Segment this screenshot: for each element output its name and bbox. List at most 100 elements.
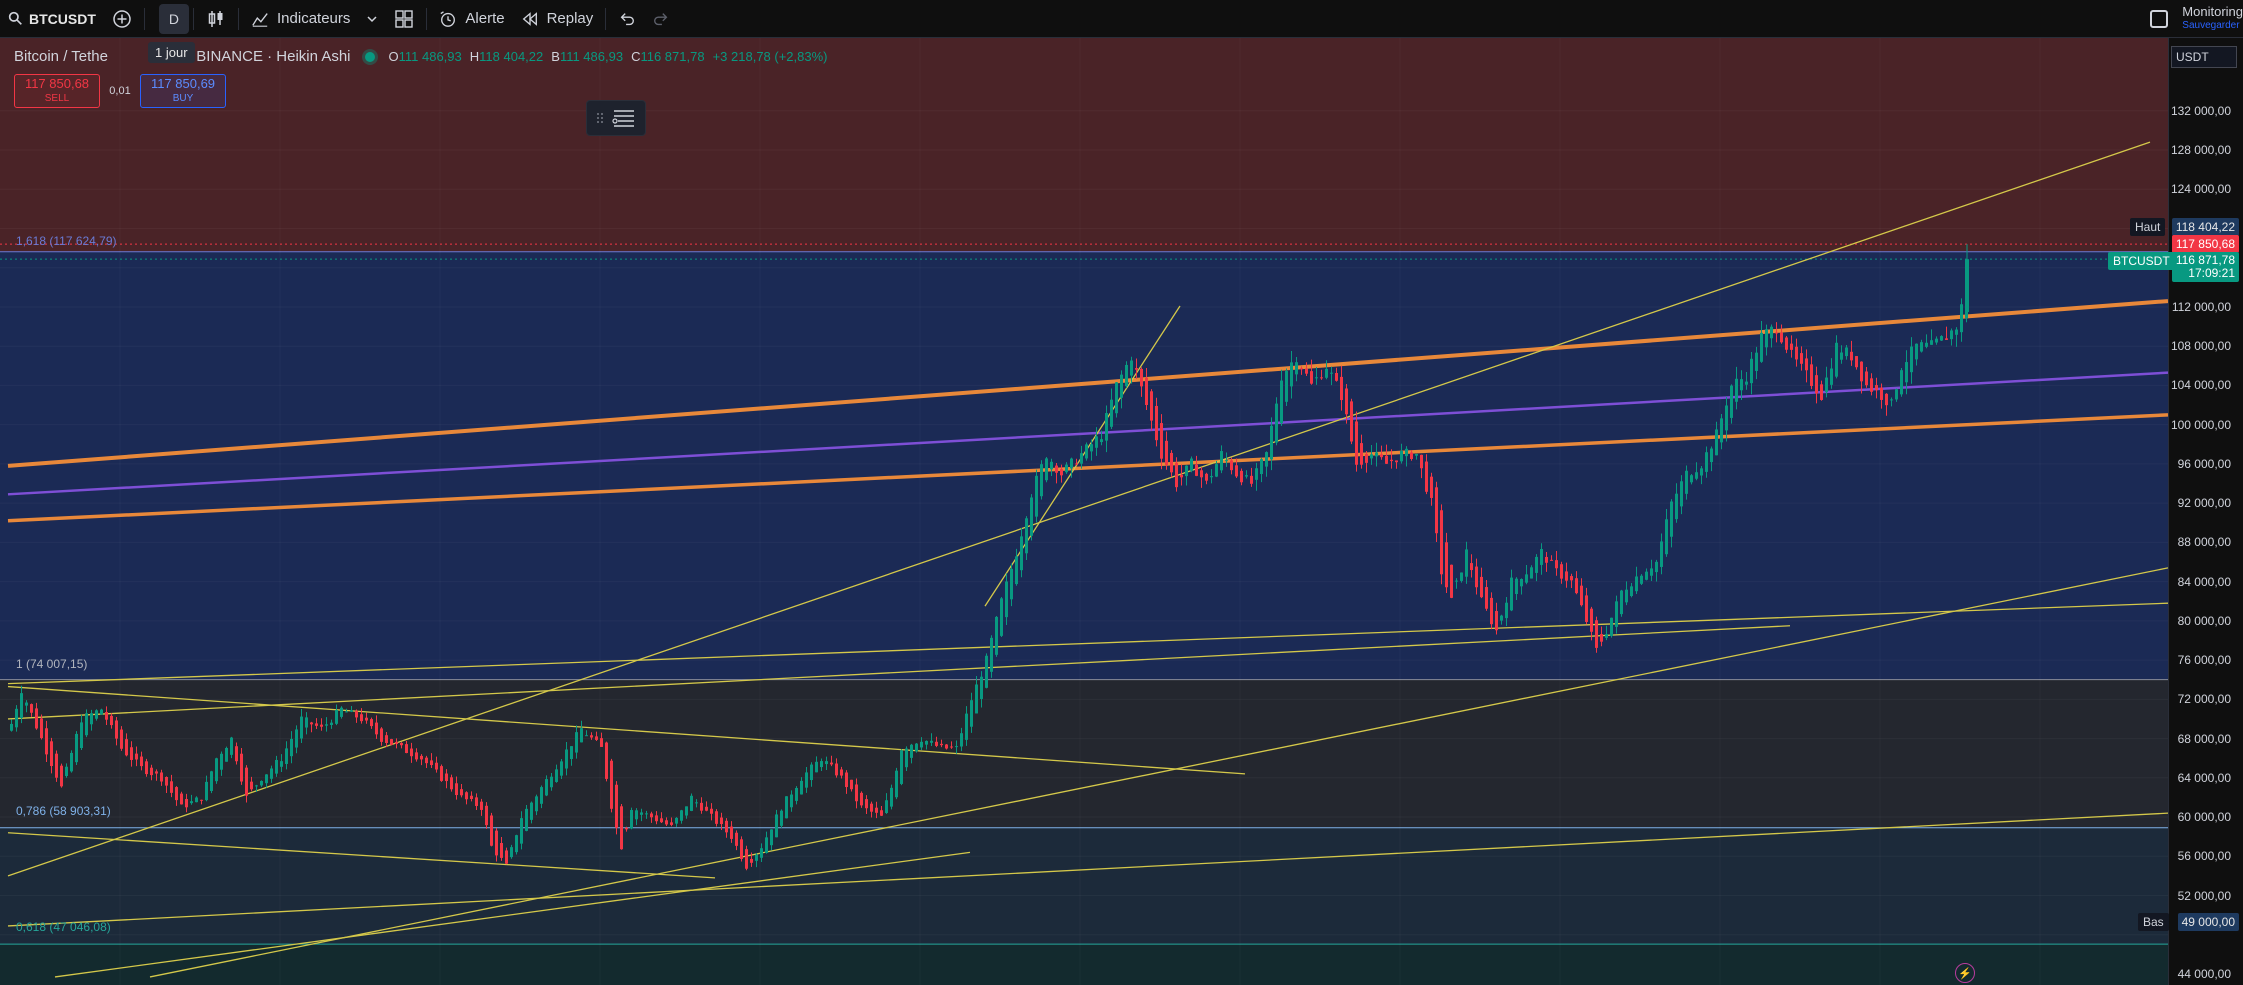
- candle-body: [905, 748, 908, 768]
- candle-body: [145, 761, 148, 775]
- drawing-float-toolbar[interactable]: [586, 100, 646, 136]
- candle-body: [890, 787, 893, 807]
- candle-body: [140, 756, 143, 767]
- candle-body: [490, 815, 493, 846]
- candle-body: [1030, 497, 1033, 536]
- compare-button[interactable]: [104, 4, 140, 34]
- candle-body: [1225, 460, 1228, 462]
- candle-body: [1935, 338, 1938, 343]
- monitoring-button[interactable]: Monitoring Sauvegarder: [2182, 5, 2243, 33]
- candle-body: [1410, 452, 1413, 459]
- candle-body: [500, 843, 503, 858]
- high-tag-label: Haut: [2130, 218, 2166, 236]
- chart-pane[interactable]: [0, 38, 2168, 985]
- candle-body: [485, 805, 488, 826]
- candle-body: [1465, 549, 1468, 577]
- candle-body: [1805, 358, 1808, 371]
- price-tick: 60 000,00: [2177, 810, 2231, 825]
- candle-body: [1305, 368, 1308, 374]
- candle-body: [830, 762, 833, 765]
- candle-body: [960, 733, 963, 747]
- candle-body: [1690, 475, 1693, 483]
- candle-body: [105, 712, 108, 720]
- candle-body: [1745, 381, 1748, 385]
- candle-body: [860, 792, 863, 806]
- price-tick: 88 000,00: [2177, 535, 2231, 550]
- interval-button[interactable]: D: [158, 3, 190, 34]
- price-tick: 80 000,00: [2177, 613, 2231, 628]
- candle-body: [1100, 439, 1103, 443]
- candle-body: [1270, 425, 1273, 460]
- candle-body: [275, 759, 278, 774]
- redo-button[interactable]: [644, 4, 678, 34]
- candle-body: [875, 807, 878, 813]
- candle-body: [250, 781, 253, 790]
- alert-button[interactable]: Alerte: [431, 4, 512, 34]
- currency-selector[interactable]: USDT: [2171, 46, 2237, 68]
- candle-body: [1810, 364, 1813, 386]
- price-axis[interactable]: USDT 132 000,00 128 000,00 124 000,00 112 0…: [2168, 38, 2243, 985]
- candle-body: [670, 822, 673, 825]
- candle-body: [1760, 332, 1763, 362]
- candle-body: [125, 739, 128, 756]
- candle-body: [1400, 451, 1403, 462]
- price-tick: 84 000,00: [2177, 574, 2231, 589]
- candle-body: [785, 796, 788, 819]
- candle-body: [1035, 475, 1038, 517]
- candle-body: [1440, 510, 1443, 575]
- candle-body: [75, 733, 78, 763]
- buy-button[interactable]: 117 850,69 BUY: [140, 74, 226, 108]
- candle-body: [155, 771, 158, 774]
- candle-body: [645, 813, 648, 815]
- candle-body: [1340, 376, 1343, 401]
- drag-handle-icon[interactable]: [596, 111, 604, 125]
- chart-type-button[interactable]: [198, 4, 234, 34]
- indicators-button[interactable]: Indicateurs: [243, 4, 358, 34]
- symbol-search[interactable]: BTCUSDT: [0, 4, 104, 34]
- candle-body: [1405, 448, 1408, 457]
- candle-body: [160, 772, 163, 782]
- candle-body: [430, 760, 433, 766]
- candle-body: [580, 728, 583, 743]
- candle-body: [1920, 342, 1923, 352]
- candle-body: [190, 801, 193, 804]
- candle-body: [1770, 326, 1773, 339]
- candle-body: [1065, 464, 1068, 473]
- candle-body: [1520, 579, 1523, 587]
- candle-body: [1955, 329, 1958, 335]
- legend-open: O111 486,93: [388, 49, 462, 64]
- candle-body: [1595, 620, 1598, 648]
- candle-body: [270, 768, 273, 779]
- layouts-button[interactable]: [386, 4, 422, 34]
- chart-canvas[interactable]: [0, 38, 2168, 985]
- candle-body: [1370, 454, 1373, 459]
- candle-body: [400, 742, 403, 746]
- candle-body: [940, 743, 943, 746]
- candle-body: [1850, 351, 1853, 361]
- candle-body: [690, 795, 693, 811]
- line-settings-icon[interactable]: [612, 107, 636, 129]
- candle-body: [1790, 343, 1793, 350]
- candle-body: [1345, 388, 1348, 415]
- candle-body: [1235, 465, 1238, 477]
- candle-body: [475, 797, 478, 806]
- undo-button[interactable]: [610, 4, 644, 34]
- candle-body: [695, 802, 698, 804]
- candle-body: [265, 774, 268, 784]
- candle-body: [470, 795, 473, 799]
- candle-body: [895, 770, 898, 798]
- candle-body: [450, 777, 453, 790]
- candle-body: [1905, 362, 1908, 383]
- fullscreen-checkbox[interactable]: [2150, 10, 2169, 28]
- candle-body: [1505, 602, 1508, 619]
- candle-body: [1020, 536, 1023, 571]
- lightning-icon[interactable]: ⚡: [1955, 963, 1975, 983]
- indicators-dropdown[interactable]: [358, 4, 386, 34]
- replay-button[interactable]: Replay: [513, 4, 602, 34]
- redo-icon: [654, 12, 668, 25]
- interval-tooltip: 1 jour: [148, 42, 195, 63]
- candle-body: [10, 723, 13, 731]
- sell-button[interactable]: 117 850,68 SELL: [14, 74, 100, 108]
- monitoring-label: Monitoring: [2182, 4, 2243, 19]
- fib-zone-0618: [0, 944, 2168, 985]
